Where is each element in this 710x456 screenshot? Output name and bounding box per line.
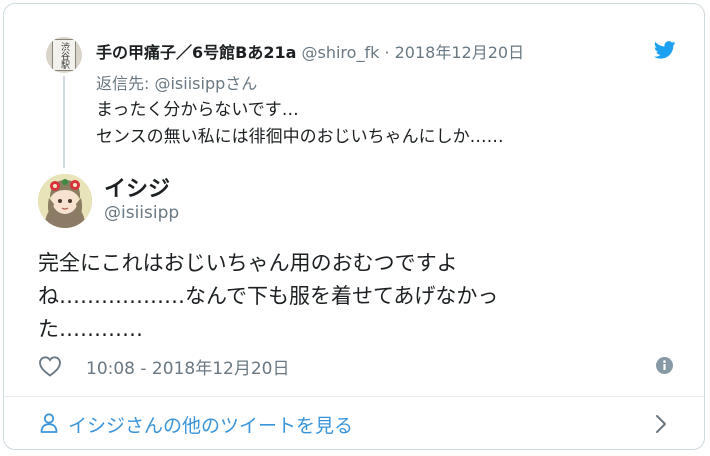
avatar-sign-text: 渋谷駅 <box>52 39 76 71</box>
more-tweets-link[interactable]: イシジさんの他のツイートを見る <box>4 397 704 449</box>
tweet-meta-row: 10:08 - 2018年12月20日 <box>38 354 289 379</box>
parent-display-name[interactable]: 手の甲痛子／6号館Bあ21a <box>96 43 296 62</box>
main-handle[interactable]: @isiisipp <box>104 203 179 223</box>
reply-mention-link[interactable]: @isiisipp <box>154 74 225 93</box>
main-text-line: ね………………なんで下も服を着せてあげなかっ <box>38 284 499 308</box>
reply-suffix: さん <box>225 74 258 93</box>
main-display-name[interactable]: イシジ <box>104 171 170 203</box>
parent-date[interactable]: 2018年12月20日 <box>395 43 524 62</box>
info-icon[interactable] <box>656 357 673 374</box>
twitter-bird-icon[interactable] <box>654 41 676 59</box>
parent-avatar[interactable]: 渋谷駅 <box>46 37 82 73</box>
person-icon <box>40 413 58 433</box>
anime-character-avatar-image <box>38 174 92 228</box>
main-text-line: た………… <box>38 317 143 341</box>
main-tweet-text: 完全にこれはおじいちゃん用のおむつですよ ね………………なんで下も服を着せてあげ… <box>38 247 598 346</box>
chevron-right-icon[interactable] <box>655 414 667 434</box>
parent-tweet-header: 手の甲痛子／6号館Bあ21a @shiro_fk · 2018年12月20日 <box>96 39 524 63</box>
reply-to-line: 返信先: @isiisippさん <box>96 70 257 94</box>
parent-text-line: センスの無い私には徘徊中のおじいちゃんにしか…… <box>96 127 504 147</box>
parent-text-line: まったく分からないです… <box>96 100 299 120</box>
thread-connector-line <box>63 76 65 168</box>
parent-tweet-text: まったく分からないです… センスの無い私には徘徊中のおじいちゃんにしか…… <box>96 97 504 151</box>
parent-handle[interactable]: @shiro_fk <box>302 43 380 62</box>
tweet-timestamp[interactable]: 10:08 - 2018年12月20日 <box>86 354 289 379</box>
reply-prefix: 返信先: <box>96 74 155 93</box>
main-avatar[interactable] <box>38 174 92 228</box>
more-tweets-label[interactable]: イシジさんの他のツイートを見る <box>68 411 353 438</box>
heart-icon[interactable] <box>38 355 62 377</box>
header-separator: · <box>384 43 390 62</box>
main-text-line: 完全にこれはおじいちゃん用のおむつですよ <box>38 251 458 275</box>
embedded-tweet-card: 渋谷駅 手の甲痛子／6号館Bあ21a @shiro_fk · 2018年12月2… <box>3 3 705 450</box>
